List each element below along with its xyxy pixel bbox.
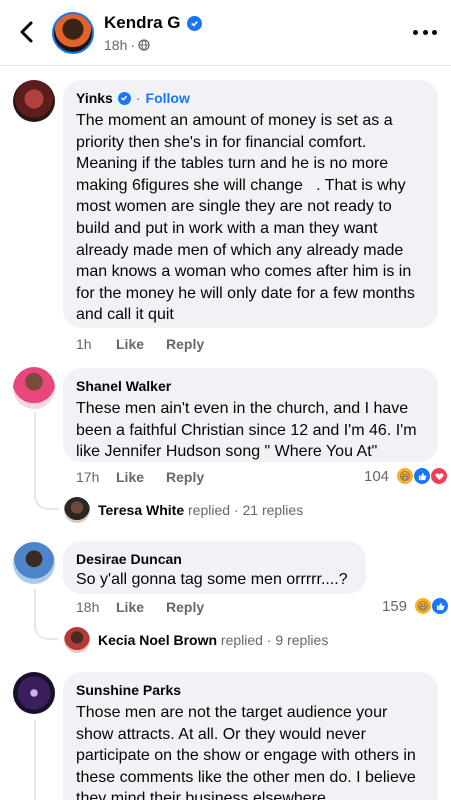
comment-text: Those men are not the target audience yo… [76,704,421,800]
commenter-avatar[interactable] [13,542,55,584]
reaction-summary[interactable]: 104 😆 [364,467,449,485]
comment-actions: 18h Like Reply [76,599,226,615]
haha-reaction-icon: 😆 [396,467,415,485]
reaction-count: 104 [364,467,390,485]
comment-time[interactable]: 1h [76,336,116,352]
thread-connector [34,492,58,510]
verified-badge-icon [186,15,202,31]
comment-time[interactable]: 17h [76,469,116,485]
author-name[interactable]: Kendra G [104,13,181,33]
reaction-count: 159 [382,597,408,615]
comment-time[interactable]: 18h [76,599,116,615]
follow-button[interactable]: Follow [146,90,190,106]
more-options-button[interactable] [413,24,437,40]
like-button[interactable]: Like [116,469,144,485]
replied-label: replied [188,502,231,518]
commenter-name-row: Desirae Duncan [76,551,354,567]
like-reaction-icon [431,597,450,615]
comment-text: These men ain't even in the church, and … [76,400,421,461]
verified-badge-icon [117,91,131,105]
view-replies-link[interactable]: Teresa White replied · 21 replies [64,497,303,523]
thread-connector [34,622,58,640]
comment-bubble: Sunshine Parks Those men are not the tar… [63,672,438,800]
post-meta: 18h · [104,37,150,53]
comment-text: So y'all gonna tag some men orrrrr....? [76,571,348,588]
commenter-name[interactable]: Shanel Walker [76,378,171,394]
comment-text: The moment an amount of money is set as … [76,112,420,324]
thread-line [34,412,36,494]
comment-bubble: Yinks · Follow The moment an amount of m… [63,80,438,328]
commenter-name[interactable]: Sunshine Parks [76,682,181,698]
commenter-name[interactable]: Yinks [76,90,113,106]
replier-avatar [64,497,90,523]
globe-icon [138,39,150,51]
reply-button[interactable]: Reply [166,469,204,485]
comment-actions: 1h Like Reply [76,336,226,352]
haha-reaction-icon: 😆 [414,597,433,615]
replier-name: Kecia Noel Brown [98,632,218,648]
chevron-left-icon [20,21,33,43]
love-reaction-icon [430,467,449,485]
replier-name: Teresa White [98,502,185,518]
commenter-name-row: Sunshine Parks [76,682,426,698]
commenter-avatar[interactable] [13,80,55,122]
like-button[interactable]: Like [116,336,144,352]
author-avatar[interactable] [52,12,94,54]
commenter-name-row: Shanel Walker [76,378,426,394]
commenter-avatar[interactable] [13,672,55,714]
more-horizontal-icon [413,29,418,35]
reply-count: 9 replies [275,632,329,648]
replier-avatar [64,627,90,653]
comment-bubble: Desirae Duncan So y'all gonna tag some m… [63,541,366,594]
post-time[interactable]: 18h [104,37,127,53]
comment-bubble: Shanel Walker These men ain't even in th… [63,368,438,462]
replied-label: replied [220,632,263,648]
post-header: Kendra G 18h · [0,0,451,66]
author-name-row: Kendra G [104,13,202,33]
commenter-avatar[interactable] [13,367,55,409]
commenter-name[interactable]: Desirae Duncan [76,551,182,567]
back-button[interactable] [12,16,40,48]
reply-button[interactable]: Reply [166,336,204,352]
thread-line [34,590,36,624]
reply-count: 21 replies [242,502,304,518]
thread-line [34,720,36,800]
view-replies-link[interactable]: Kecia Noel Brown replied · 9 replies [64,627,328,653]
commenter-name-row: Yinks · Follow [76,90,190,106]
reaction-summary[interactable]: 159 😆 [382,597,450,615]
like-reaction-icon [413,467,432,485]
like-button[interactable]: Like [116,599,144,615]
reply-button[interactable]: Reply [166,599,204,615]
comment-actions: 17h Like Reply [76,469,226,485]
